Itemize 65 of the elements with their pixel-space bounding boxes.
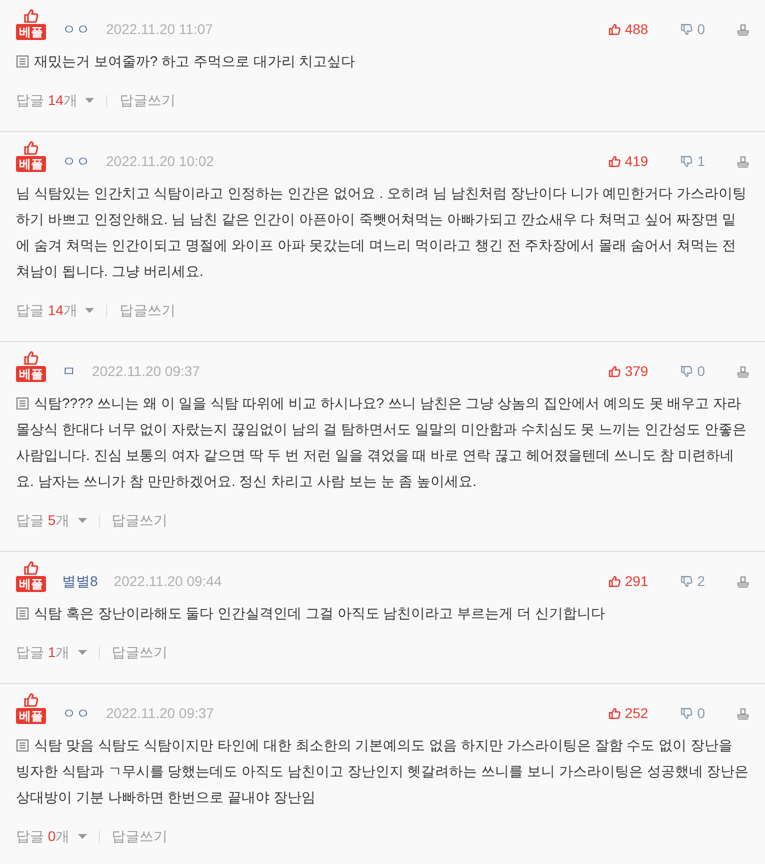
author-name[interactable]: ㅇㅇ	[62, 703, 90, 724]
thumbs-up-icon	[608, 575, 621, 588]
replies-toggle[interactable]: 답글 14개	[16, 90, 94, 111]
replies-toggle[interactable]: 답글 0개	[16, 826, 87, 847]
caret-icon	[85, 308, 94, 313]
thumbs-up-icon	[23, 692, 39, 708]
comment-date: 2022.11.20 11:07	[106, 20, 213, 39]
best-badge: 베플	[16, 576, 46, 592]
caret-icon	[78, 834, 87, 839]
replies-toggle[interactable]: 답글 5개	[16, 510, 87, 531]
thumbs-up-icon	[23, 140, 39, 156]
like-button[interactable]: 488	[608, 19, 648, 40]
comment-text: 식탐 맞음 식탐도 식탐이지만 타인에 대한 최소한의 기본예의도 없음 하지만 가스라이팅은 잘함 수도 없이 장난을 빙자한 식탐과 ㄱ무시를 당했는데도 아직도 남친이고 장난인지 헷갈려하는 쓰니를 보니 가스라이팅은 성공했네 장난은 상대방이 기분 나빠하면 한번으로 끝내야 장난임	[16, 736, 749, 807]
caret-icon	[78, 518, 87, 523]
thumbs-up-icon	[23, 8, 39, 24]
comment-date: 2022.11.20 09:37	[92, 362, 200, 381]
thumbs-down-icon	[680, 365, 694, 378]
thumbs-down-icon	[680, 155, 694, 168]
best-badge: 베플	[16, 24, 46, 40]
comment-text: 님 식탐있는 인간치고 식탐이라고 인정하는 인간은 없어요 . 오히려 님 남친처럼 장난이다 니가 예민한거다 가스라이팅하기 바쁘고 인정안해요. 님 남친 같은 인간이 아픈아이 죽뺏어쳐먹는 아빠가되고 깐쇼새우 다 쳐먹고 싶어 짜장면 밑에 숨겨 쳐먹는 인간이되고 명절에 와이프 아파 못갔는데 며느리 먹이라고 챙긴 전 주차장에서 몰래 숨어서 쳐먹는 전쳐남이 됩니다. 그냥 버리세요.	[16, 184, 748, 281]
thumbs-up-icon	[23, 560, 39, 576]
best-badge: 베플	[16, 156, 46, 172]
write-reply-link[interactable]: 답글쓰기	[112, 510, 168, 531]
like-button[interactable]: 419	[608, 151, 648, 172]
author-name[interactable]: ㅇㅇ	[62, 19, 90, 40]
comment-text: 재밌는거 보여줄까? 하고 주먹으로 대가리 치고싶다	[33, 52, 356, 71]
stamp-icon[interactable]	[737, 708, 749, 720]
dislike-button[interactable]: 0	[680, 19, 705, 40]
write-reply-link[interactable]: 답글쓰기	[119, 90, 176, 111]
stamp-icon[interactable]	[737, 24, 749, 36]
stamp-icon[interactable]	[737, 576, 749, 588]
dislike-button[interactable]: 0	[680, 703, 705, 724]
thumbs-up-icon	[608, 23, 621, 36]
author-name[interactable]: ㅁ	[62, 361, 76, 382]
author-name[interactable]: ㅇㅇ	[62, 151, 90, 172]
like-button[interactable]: 291	[608, 571, 648, 592]
comment-date: 2022.11.20 09:37	[106, 704, 214, 723]
write-reply-link[interactable]: 답글쓰기	[112, 642, 168, 663]
author-name[interactable]: 별별8	[62, 571, 98, 592]
replies-toggle[interactable]: 답글 1개	[16, 642, 87, 663]
thumbs-down-icon	[680, 575, 694, 588]
stamp-icon[interactable]	[737, 366, 749, 378]
caret-icon	[78, 650, 87, 655]
replies-toggle[interactable]: 답글 14개	[16, 300, 94, 321]
thumbs-up-icon	[608, 155, 621, 168]
dislike-button[interactable]: 0	[680, 361, 705, 382]
dislike-button[interactable]: 1	[680, 151, 705, 172]
dislike-button[interactable]: 2	[680, 571, 705, 592]
comment-date: 2022.11.20 09:44	[114, 572, 222, 591]
thumbs-up-icon	[608, 707, 621, 720]
thumbs-up-icon	[23, 350, 39, 366]
like-button[interactable]: 379	[608, 361, 648, 382]
thumbs-up-icon	[608, 365, 621, 378]
write-reply-link[interactable]: 답글쓰기	[112, 826, 168, 847]
thumbs-down-icon	[680, 23, 694, 36]
write-reply-link[interactable]: 답글쓰기	[119, 300, 176, 321]
like-button[interactable]: 252	[608, 703, 648, 724]
caret-icon	[85, 98, 94, 103]
comment-text: 식탐???? 쓰니는 왜 이 일을 식탐 따위에 비교 하시나요? 쓰니 남친은 그냥 상놈의 집안에서 예의도 못 배우고 자라 몰상식 한대다 너무 없이 자랐는지 끊임없이 남의 걸 탐하면서도 일말의 미안함과 수치심도 못 느끼는 인간성도 안좋은 사람입니다. 진심 보통의 여자 같으면 딱 두 번 저런 일을 겪었을 때 바로 연락 끊고 헤어졌을텐데 쓰니도 참 미련하네요. 남자는 쓰니가 참 만만하겠어요. 정신 차리고 사람 보는 눈 좀 높이세요.	[16, 394, 748, 491]
best-badge: 베플	[16, 366, 46, 382]
thumbs-down-icon	[680, 707, 694, 720]
comment-text: 식탐 혹은 장난이라해도 둘다 인간실격인데 그걸 아직도 남친이라고 부르는게 더 신기합니다	[33, 604, 606, 623]
stamp-icon[interactable]	[737, 156, 749, 168]
comment-date: 2022.11.20 10:02	[106, 152, 214, 171]
best-badge: 베플	[16, 708, 46, 724]
